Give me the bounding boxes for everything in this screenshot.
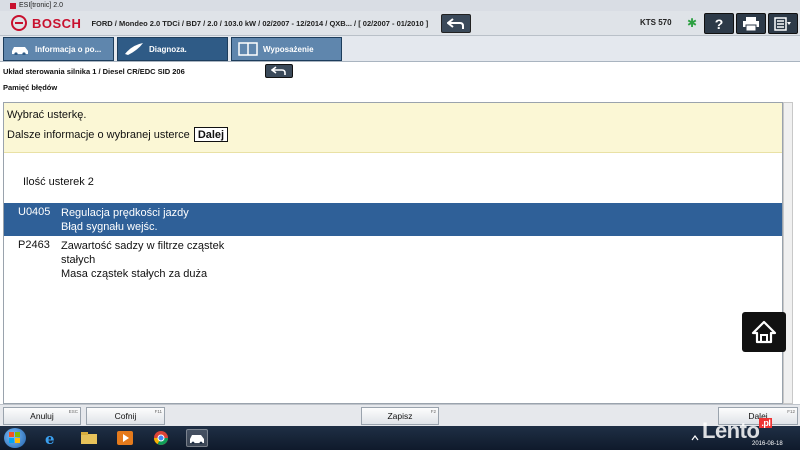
fault-code: U0405 — [18, 206, 51, 218]
footer-button-bar: Anuluj ESC Cofnij F11 Zapisz F2 Dalej F1… — [0, 404, 800, 426]
windows-logo-icon — [9, 432, 20, 443]
fault-count: Ilość usterek 2 — [23, 176, 94, 188]
fault-row[interactable]: P2463 Zawartość sadzy w filtrze cząstek … — [4, 236, 782, 280]
esitronic-window: ESI[tronic] 2.0 BOSCH FORD / Mondeo 2.0 … — [0, 0, 800, 450]
tab-label: Informacja o po... — [35, 44, 102, 54]
print-button[interactable] — [736, 13, 766, 34]
chrome-icon[interactable] — [150, 429, 172, 447]
fault-description-line: stałych — [61, 254, 96, 266]
button-label: Anuluj — [30, 411, 54, 421]
tab-bar: Informacja o po... Diagnoza. Wyposażenie — [0, 36, 800, 62]
home-button[interactable] — [742, 312, 786, 352]
fault-description-line: Błąd sygnału wejśc. — [61, 221, 158, 233]
fault-description: Zawartość sadzy w filtrze cząstek stałyc… — [61, 239, 224, 281]
start-button[interactable] — [4, 428, 26, 448]
shortcut-key: ESC — [68, 409, 78, 414]
instruction-line: Dalsze informacje o wybranej usterce Dal… — [7, 127, 229, 142]
more-info-button[interactable]: Dalej — [193, 127, 229, 142]
back-button[interactable] — [441, 14, 471, 33]
app-icon — [10, 2, 16, 9]
tab-label: Diagnoza. — [149, 44, 187, 54]
stethoscope-icon — [124, 42, 144, 56]
show-hidden-icons-icon[interactable] — [688, 429, 702, 447]
undo-button[interactable]: Cofnij F11 — [86, 407, 165, 425]
help-button[interactable]: ? — [704, 13, 734, 34]
watermark-suffix: .pl — [759, 418, 773, 428]
page-title: Pamięć błędów — [3, 83, 58, 92]
fault-row[interactable]: U0405 Regulacja prędkości jazdy Błąd syg… — [4, 203, 782, 236]
fault-code: P2463 — [18, 239, 50, 251]
breadcrumb-back-button[interactable] — [265, 64, 293, 78]
tab-equipment[interactable]: Wyposażenie — [231, 37, 342, 61]
instruction-text: Dalsze informacje o wybranej usterce — [7, 128, 190, 141]
svg-text:e: e — [45, 430, 55, 446]
menu-list-icon — [774, 16, 791, 31]
window-title: ESI[tronic] 2.0 — [19, 2, 63, 9]
tab-label: Wyposażenie — [263, 44, 314, 54]
fault-description: Regulacja prędkości jazdy Błąd sygnału w… — [61, 206, 189, 234]
taskbar-date: 2016-08-18 — [752, 441, 783, 447]
shortcut-key: F12 — [787, 409, 795, 414]
back-arrow-icon — [447, 17, 464, 29]
fault-description-line: Masa cząstek stałych za duża — [61, 268, 208, 280]
instruction-box: Wybrać usterkę. Dalsze informacje o wybr… — [4, 103, 782, 153]
menu-button[interactable] — [768, 13, 798, 34]
back-arrow-icon — [271, 66, 286, 75]
help-label: ? — [714, 15, 724, 32]
app-header: BOSCH FORD / Mondeo 2.0 TDCi / BD7 / 2.0… — [0, 11, 800, 36]
esitronic-taskbar-icon[interactable] — [186, 429, 208, 447]
printer-icon — [743, 16, 759, 31]
tab-diagnosis[interactable]: Diagnoza. — [117, 37, 228, 61]
bluetooth-icon: ✱ — [687, 16, 698, 30]
fault-memory-panel: Wybrać usterkę. Dalsze informacje o wybr… — [3, 102, 783, 404]
vertical-scrollbar[interactable] — [783, 102, 793, 404]
watermark-text: Lento — [702, 418, 760, 443]
cancel-button[interactable]: Anuluj ESC — [3, 407, 81, 425]
media-player-icon[interactable] — [114, 429, 136, 447]
device-name: KTS 570 — [640, 18, 672, 27]
car-icon — [10, 42, 30, 56]
breadcrumb-system: Układ sterowania silnika 1 / Diesel CR/E… — [3, 67, 185, 76]
tab-vehicle-info[interactable]: Informacja o po... — [3, 37, 114, 61]
internet-explorer-icon[interactable]: e — [40, 429, 62, 447]
window-title-bar: ESI[tronic] 2.0 — [0, 0, 800, 11]
file-explorer-icon[interactable] — [78, 429, 100, 447]
shortcut-key: F2 — [430, 409, 436, 414]
bosch-logo-icon — [11, 15, 27, 31]
equipment-icon — [238, 42, 258, 56]
fault-list: U0405 Regulacja prędkości jazdy Błąd syg… — [4, 203, 782, 280]
shortcut-key: F11 — [154, 409, 162, 414]
fault-description-line: Regulacja prędkości jazdy — [61, 207, 189, 219]
button-label: Cofnij — [114, 411, 137, 421]
home-icon — [751, 320, 777, 344]
brand-name: BOSCH — [32, 15, 82, 31]
vehicle-info: FORD / Mondeo 2.0 TDCi / BD7 / 2.0 / 103… — [91, 18, 429, 28]
windows-taskbar: e — [0, 426, 800, 450]
instruction-line: Wybrać usterkę. — [7, 109, 87, 121]
save-button[interactable]: Zapisz F2 — [361, 407, 439, 425]
fault-description-line: Zawartość sadzy w filtrze cząstek — [61, 240, 225, 252]
button-label: Zapisz — [387, 411, 413, 421]
